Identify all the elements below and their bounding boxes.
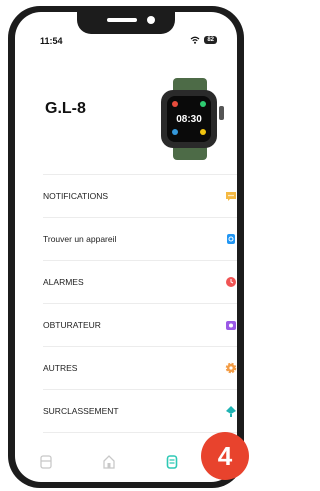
menu-item-label: OBTURATEUR bbox=[43, 320, 101, 330]
alarm-clock-icon bbox=[225, 276, 237, 288]
menu-item-notifications[interactable]: NOTIFICATIONS bbox=[43, 174, 237, 217]
front-camera bbox=[147, 16, 155, 24]
app-screen: 11:54 82 G.L-8 08:30 NOTIFICATIONS Trouv… bbox=[15, 12, 237, 482]
menu-item-upgrade[interactable]: SURCLASSEMENT bbox=[43, 389, 237, 432]
watch-locate-icon bbox=[225, 233, 237, 245]
gear-icon bbox=[225, 362, 237, 374]
menu-item-label: AUTRES bbox=[43, 363, 78, 373]
watch-display-time: 08:30 bbox=[176, 114, 202, 125]
phone-frame: 11:54 82 G.L-8 08:30 NOTIFICATIONS Trouv… bbox=[8, 6, 244, 488]
home-tab-icon[interactable] bbox=[102, 455, 116, 469]
wifi-icon bbox=[190, 36, 200, 44]
menu-item-shutter[interactable]: OBTURATEUR bbox=[43, 303, 237, 346]
message-icon bbox=[225, 190, 237, 202]
device-tab-icon[interactable] bbox=[165, 455, 179, 469]
notch bbox=[77, 12, 175, 34]
menu-item-label: NOTIFICATIONS bbox=[43, 191, 109, 201]
battery-indicator: 82 bbox=[204, 36, 217, 44]
menu-item-label: ALARMES bbox=[43, 277, 84, 287]
menu-item-others[interactable]: AUTRES bbox=[43, 346, 237, 389]
menu-divider bbox=[43, 432, 237, 433]
speaker bbox=[107, 18, 137, 22]
status-icons: 82 bbox=[190, 36, 217, 44]
sport-tab-icon[interactable] bbox=[39, 455, 53, 469]
step-number-badge: 4 bbox=[201, 432, 249, 480]
device-name: G.L-8 bbox=[45, 100, 86, 117]
menu-item-find-device[interactable]: Trouver un appareil bbox=[43, 217, 237, 260]
menu-item-label: Trouver un appareil bbox=[43, 234, 117, 244]
menu-item-label: SURCLASSEMENT bbox=[43, 406, 119, 416]
smartwatch-image: 08:30 bbox=[161, 78, 224, 160]
settings-menu: NOTIFICATIONS Trouver un appareil ALARME… bbox=[43, 174, 237, 433]
upgrade-icon bbox=[225, 405, 237, 417]
camera-icon bbox=[225, 319, 237, 331]
menu-item-alarms[interactable]: ALARMES bbox=[43, 260, 237, 303]
status-time: 11:54 bbox=[40, 36, 63, 46]
